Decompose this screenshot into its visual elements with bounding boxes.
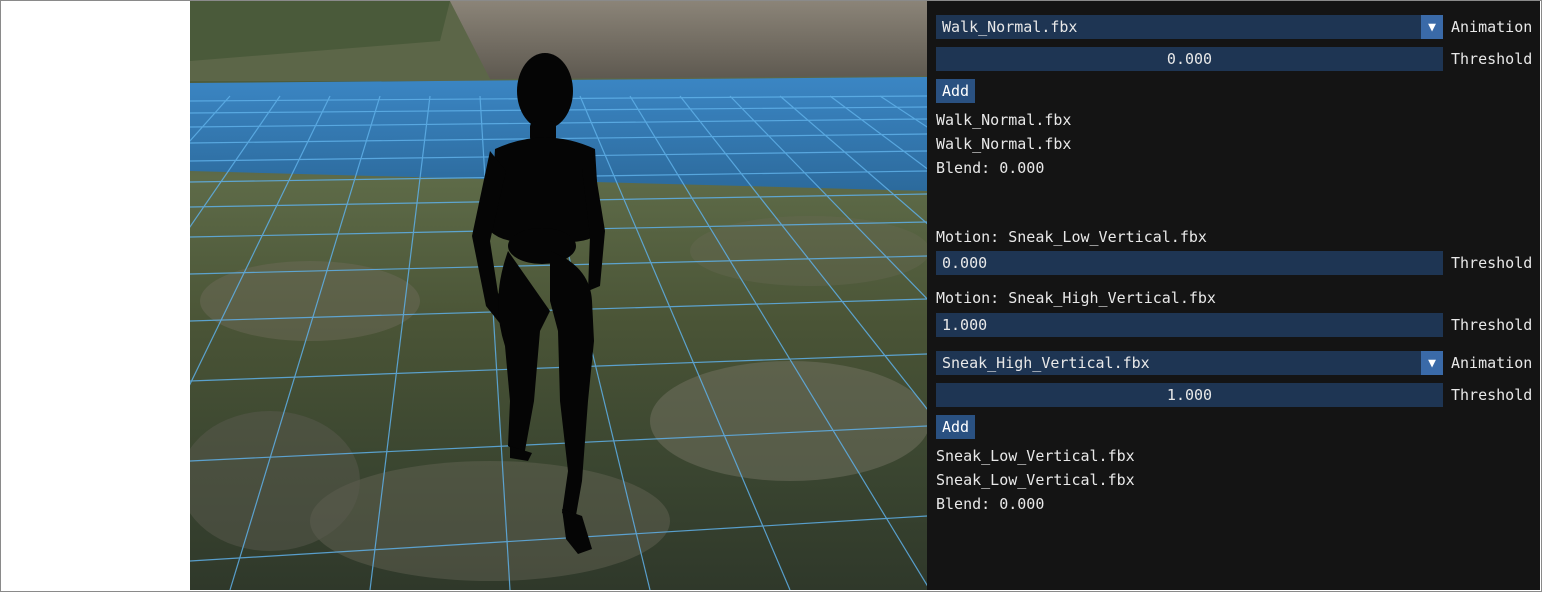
group1-blend: Blend: 0.000: [936, 159, 1045, 177]
scene-render: [190, 1, 927, 590]
motion-title-1: Motion: Sneak_Low_Vertical.fbx: [936, 228, 1207, 246]
motion-threshold-label-2: Threshold: [1451, 316, 1533, 334]
group2-line-2: Sneak_Low_Vertical.fbx: [936, 471, 1135, 489]
add-button-2[interactable]: Add: [936, 415, 976, 439]
animation-label-2: Animation: [1451, 354, 1533, 372]
motion-threshold-label-1: Threshold: [1451, 254, 1533, 272]
chevron-down-icon[interactable]: ▼: [1421, 15, 1443, 39]
threshold-label-2: Threshold: [1451, 386, 1533, 404]
animation-select-1-value: Walk_Normal.fbx: [942, 18, 1078, 36]
inspector-panel: Walk_Normal.fbx ▼ Animation 0.000 Thresh…: [927, 1, 1540, 590]
rock-cliff: [450, 1, 927, 79]
animation-select-2[interactable]: Sneak_High_Vertical.fbx ▼: [936, 351, 1443, 375]
motion-threshold-input-1[interactable]: 0.000: [936, 251, 1443, 275]
animation-label-1: Animation: [1451, 18, 1533, 36]
3d-viewport[interactable]: [190, 1, 927, 590]
group1-line-1: Walk_Normal.fbx: [936, 111, 1072, 129]
threshold-input-2[interactable]: 1.000: [936, 383, 1443, 407]
threshold-label-1: Threshold: [1451, 50, 1533, 68]
animation-select-2-value: Sneak_High_Vertical.fbx: [942, 354, 1150, 372]
group1-line-2: Walk_Normal.fbx: [936, 135, 1072, 153]
group2-blend: Blend: 0.000: [936, 495, 1045, 513]
motion-title-2: Motion: Sneak_High_Vertical.fbx: [936, 289, 1216, 307]
chevron-down-icon[interactable]: ▼: [1421, 351, 1443, 375]
motion-threshold-input-2[interactable]: 1.000: [936, 313, 1443, 337]
add-button-1[interactable]: Add: [936, 79, 976, 103]
animation-select-1[interactable]: Walk_Normal.fbx ▼: [936, 15, 1443, 39]
threshold-input-1[interactable]: 0.000: [936, 47, 1443, 71]
group2-line-1: Sneak_Low_Vertical.fbx: [936, 447, 1135, 465]
